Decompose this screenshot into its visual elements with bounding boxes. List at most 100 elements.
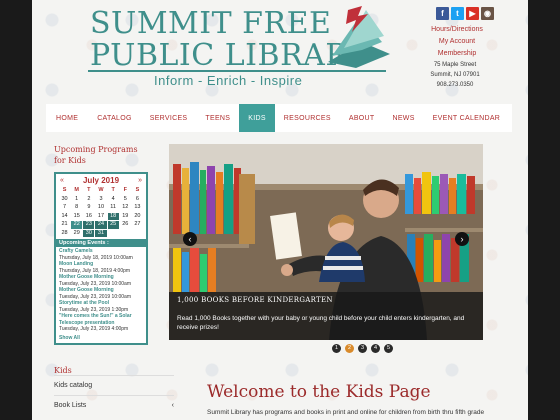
- calendar-weekday: T: [111, 187, 115, 193]
- event-item[interactable]: Storytime at the Pool Tuesday, July 23, 2…: [59, 300, 143, 313]
- calendar-day[interactable]: 26: [120, 221, 131, 229]
- calendar-day[interactable]: 20: [132, 213, 143, 221]
- calendar-day[interactable]: 23: [83, 221, 95, 229]
- calendar-day[interactable]: 29: [71, 230, 82, 238]
- upcoming-programs-title: Upcoming Programs for Kids: [54, 145, 138, 165]
- slider-caption: 1,000 BOOKS BEFORE KINDERGARTEN Read 1,0…: [169, 292, 483, 340]
- slider-caption-heading: 1,000 BOOKS BEFORE KINDERGARTEN: [177, 296, 333, 304]
- calendar-day[interactable]: 24: [95, 221, 107, 229]
- nav-resources[interactable]: RESOURCES: [275, 104, 340, 132]
- calendar-day[interactable]: 15: [71, 213, 82, 221]
- hours-directions-link[interactable]: Hours/Directions: [422, 24, 492, 36]
- calendar-day[interactable]: 3: [95, 196, 106, 204]
- slider-page-5[interactable]: 5: [384, 344, 393, 353]
- nav-catalog[interactable]: CATALOG: [88, 104, 141, 132]
- welcome-heading: Welcome to the Kids Page: [207, 382, 431, 402]
- calendar-weekday: S: [62, 187, 67, 193]
- calendar-day[interactable]: 27: [132, 221, 143, 229]
- calendar-day[interactable]: 16: [83, 213, 94, 221]
- calendar-month: July 2019: [82, 176, 120, 185]
- slider-page-4[interactable]: 4: [371, 344, 380, 353]
- calendar-widget: « July 2019 » S M T W T F S 30 1 2 3 4 5 6 7 8 9 10 11 12 13…: [54, 172, 148, 345]
- nav-services[interactable]: SERVICES: [141, 104, 197, 132]
- slider-caption-body: Read 1,000 Books together with your baby…: [177, 315, 465, 331]
- twitter-icon[interactable]: t: [451, 7, 464, 20]
- calendar-day[interactable]: 11: [108, 204, 119, 212]
- calendar-day[interactable]: 14: [59, 213, 70, 221]
- calendar-weekday: T: [87, 187, 91, 193]
- event-item[interactable]: Mother Goose Morning Tuesday, July 23, 20…: [59, 274, 143, 287]
- calendar-day[interactable]: 21: [59, 221, 70, 229]
- event-date: Tuesday, July 23, 2019 4:00pm: [59, 326, 129, 332]
- calendar-day[interactable]: 13: [132, 204, 143, 212]
- membership-link[interactable]: Membership: [422, 48, 492, 60]
- logo-title-line1[interactable]: SUMMIT FREE: [90, 6, 331, 41]
- upcoming-events-label: Upcoming Events :: [56, 239, 146, 247]
- kids-menu-title: Kids: [54, 366, 72, 375]
- slider-pagination: 1 2 3 4 5: [332, 344, 393, 353]
- calendar-day[interactable]: 19: [120, 213, 131, 221]
- event-item[interactable]: Crafty Camels Thursday, July 18, 2019 10:…: [59, 248, 143, 261]
- event-item[interactable]: Mother Goose Morning Tuesday, July 23, 20…: [59, 287, 143, 300]
- calendar-day[interactable]: 28: [59, 230, 70, 238]
- chevron-left-icon: ‹: [171, 402, 174, 409]
- calendar-day[interactable]: 7: [59, 204, 70, 212]
- calendar-day[interactable]: 17: [95, 213, 106, 221]
- slider-page-1[interactable]: 1: [332, 344, 341, 353]
- my-account-link[interactable]: My Account: [422, 36, 492, 48]
- address-phone: 908.273.0350: [436, 82, 474, 88]
- nav-event-calendar[interactable]: EVENT CALENDAR: [424, 104, 509, 132]
- slider-page-3[interactable]: 3: [358, 344, 367, 353]
- calendar-weekday: S: [135, 187, 140, 193]
- event-name[interactable]: "Here comes the Sun!" a Solar Telescope …: [59, 313, 143, 326]
- slider-page-2[interactable]: 2: [345, 344, 354, 353]
- social-links: f t ▶ ◉: [436, 7, 494, 20]
- calendar-day[interactable]: 5: [120, 196, 131, 204]
- event-item[interactable]: "Here comes the Sun!" a Solar Telescope …: [59, 313, 143, 333]
- sidebar: Upcoming Programs for Kids « July 2019 »…: [54, 144, 149, 345]
- show-all-link[interactable]: Show All: [56, 335, 146, 343]
- event-item[interactable]: Moon Landing Thursday, July 18, 2019 4:00…: [59, 261, 143, 274]
- address: 75 Maple Street Summit, NJ 07901 908.273…: [420, 60, 490, 90]
- slider-next-button[interactable]: ›: [455, 232, 469, 246]
- calendar-day[interactable]: 31: [95, 229, 107, 237]
- nav-teens[interactable]: TEENS: [196, 104, 239, 132]
- book-logo-icon[interactable]: [322, 2, 392, 68]
- nav-kids[interactable]: KIDS: [239, 104, 275, 132]
- calendar-day[interactable]: 8: [71, 204, 82, 212]
- calendar-day[interactable]: 18: [107, 212, 119, 220]
- calendar-day[interactable]: 12: [120, 204, 131, 212]
- calendar-prev-button[interactable]: «: [60, 177, 64, 184]
- calendar-day[interactable]: 10: [95, 204, 106, 212]
- calendar-day: [132, 230, 143, 238]
- calendar-day: [120, 230, 131, 238]
- kids-catalog-link[interactable]: Kids catalog: [54, 375, 174, 395]
- calendar-weekday: F: [123, 187, 127, 193]
- calendar-header: « July 2019 »: [56, 174, 146, 187]
- main-nav: HOME CATALOG SERVICES TEENS KIDS RESOURC…: [46, 104, 512, 132]
- calendar-day[interactable]: 1: [71, 196, 82, 204]
- calendar-next-button[interactable]: »: [138, 177, 142, 184]
- nav-news[interactable]: NEWS: [383, 104, 423, 132]
- instagram-icon[interactable]: ◉: [481, 7, 494, 20]
- welcome-intro: Summit Library has programs and books in…: [207, 409, 485, 416]
- facebook-icon[interactable]: f: [436, 7, 449, 20]
- calendar-day[interactable]: 22: [71, 221, 83, 229]
- kids-sidebar-menu: Kids Kids catalog Book Lists ‹: [54, 366, 174, 415]
- calendar-day[interactable]: 6: [132, 196, 143, 204]
- hero-slider[interactable]: ‹ › 1,000 BOOKS BEFORE KINDERGARTEN Read…: [169, 144, 483, 340]
- slider-prev-button[interactable]: ‹: [183, 232, 197, 246]
- calendar-day[interactable]: 30: [83, 229, 95, 237]
- calendar-day[interactable]: 9: [83, 204, 94, 212]
- calendar-day[interactable]: 4: [108, 196, 119, 204]
- calendar-day[interactable]: 25: [107, 221, 119, 229]
- book-lists-link[interactable]: Book Lists ‹: [54, 395, 174, 415]
- logo-rule: [88, 70, 386, 72]
- youtube-icon[interactable]: ▶: [466, 7, 479, 20]
- kids-catalog-label: Kids catalog: [54, 382, 93, 389]
- nav-home[interactable]: HOME: [46, 104, 88, 132]
- calendar-weekday: M: [74, 187, 79, 193]
- calendar-day[interactable]: 30: [59, 196, 70, 204]
- calendar-day[interactable]: 2: [83, 196, 94, 204]
- nav-about[interactable]: ABOUT: [340, 104, 384, 132]
